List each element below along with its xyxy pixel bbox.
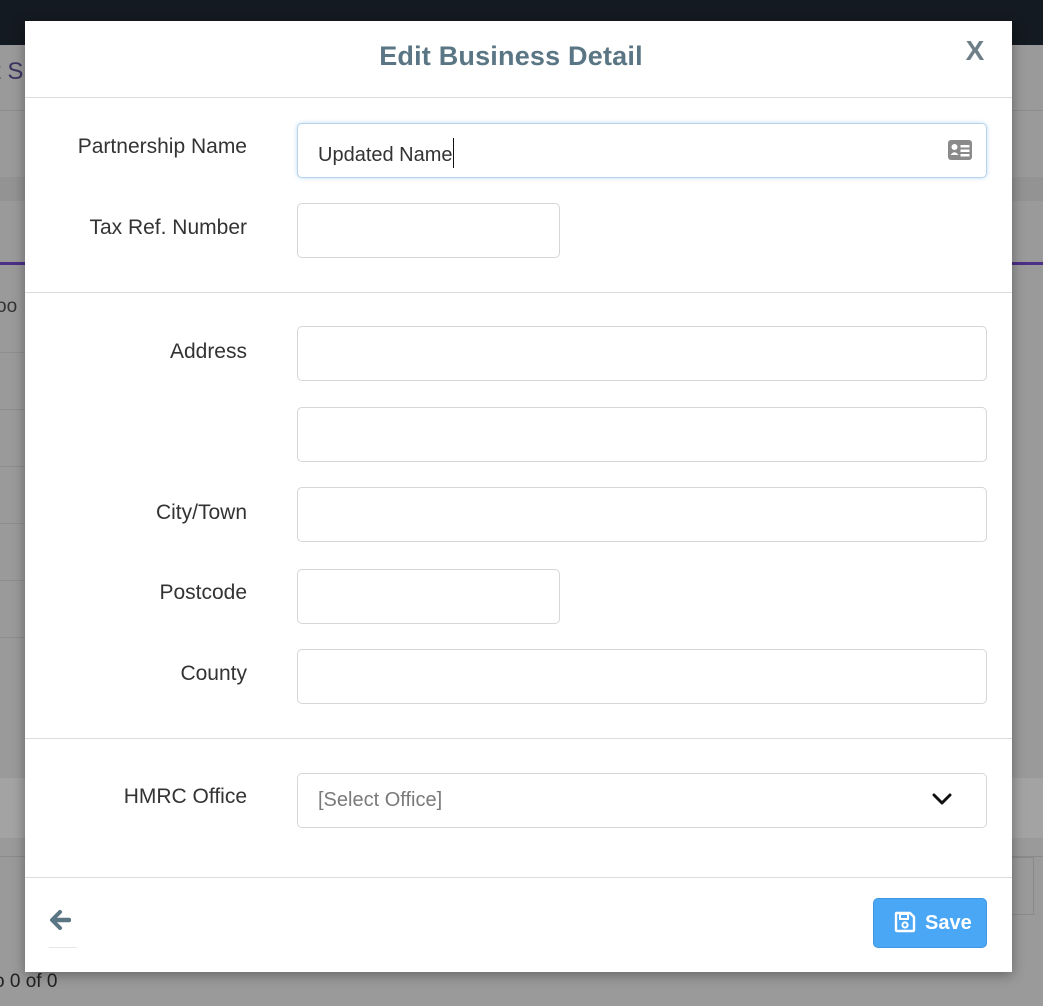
background-page-title: t S xyxy=(0,58,24,85)
tax-ref-input[interactable] xyxy=(297,203,560,258)
save-button-label: Save xyxy=(925,912,972,934)
contact-card-icon xyxy=(947,139,973,166)
postcode-label: Postcode xyxy=(159,581,247,604)
partnership-name-label: Partnership Name xyxy=(77,135,247,158)
background-tab-indicator xyxy=(0,262,26,265)
partnership-name-value: Updated Name xyxy=(318,144,453,166)
arrow-left-icon xyxy=(50,910,72,930)
county-input[interactable] xyxy=(297,649,987,704)
edit-business-modal: Edit Business Detail X Partnership Name … xyxy=(25,21,1012,972)
address-line1-input[interactable] xyxy=(297,326,987,381)
background-pagination-text: o 0 of 0 xyxy=(0,971,58,992)
hmrc-office-select[interactable]: [Select Office] xyxy=(297,773,987,828)
back-button[interactable] xyxy=(49,909,75,949)
partnership-name-value-wrap: Updated Name xyxy=(318,138,454,168)
background-row-line xyxy=(0,409,26,410)
close-button[interactable]: X xyxy=(955,31,995,71)
background-text: oo xyxy=(0,296,18,317)
section-divider xyxy=(25,738,1012,739)
background-tab-indicator xyxy=(1012,262,1043,265)
hmrc-office-label: HMRC Office xyxy=(123,785,247,808)
city-label: City/Town xyxy=(155,501,247,524)
background-row-line xyxy=(0,466,26,467)
tax-ref-label: Tax Ref. Number xyxy=(89,216,247,239)
background-box xyxy=(1012,857,1034,915)
background-row-line xyxy=(0,637,26,638)
chevron-down-icon xyxy=(932,792,952,811)
modal-footer-divider xyxy=(25,877,1012,878)
background-row-line xyxy=(0,580,26,581)
address-label: Address xyxy=(169,340,247,363)
hmrc-office-selected: [Select Office] xyxy=(318,789,443,811)
address-line2-input[interactable] xyxy=(297,407,987,462)
city-input[interactable] xyxy=(297,487,987,542)
partnership-name-input[interactable]: Updated Name xyxy=(297,123,987,178)
background-row-line xyxy=(0,352,26,353)
section-divider xyxy=(25,292,1012,293)
back-button-underline xyxy=(49,947,77,948)
background-row-line xyxy=(0,523,26,524)
postcode-input[interactable] xyxy=(297,569,560,624)
floppy-disk-icon xyxy=(894,911,916,938)
modal-header: Edit Business Detail X xyxy=(25,21,1012,98)
text-caret xyxy=(452,138,454,168)
save-button[interactable]: Save xyxy=(873,898,987,948)
modal-title: Edit Business Detail xyxy=(379,41,643,71)
county-label: County xyxy=(180,662,247,685)
